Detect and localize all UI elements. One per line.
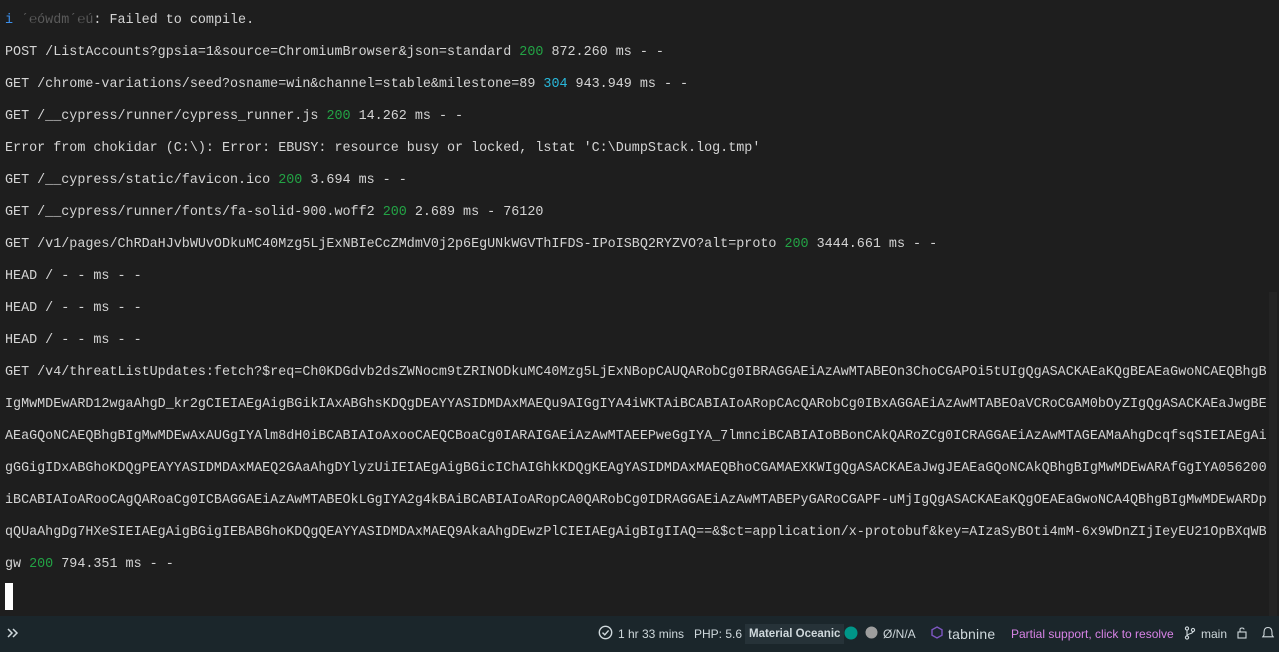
log-text: qQUaAhgDg7HXeSIEIAEgAigBGigIEBABGhoKDQgQ… xyxy=(5,525,1266,540)
log-text: 14.262 ms - - xyxy=(350,109,464,124)
terminal-cursor xyxy=(5,583,13,610)
terminal-line: GET /v4/threatListUpdates:fetch?$req=Ch0… xyxy=(5,363,1266,395)
terminal-line: GET /v1/pages/ChRDaHJvbWUvODkuMC40Mzg5Lj… xyxy=(5,235,1266,267)
terminal-line: GET /chrome-variations/seed?osname=win&c… xyxy=(5,75,1266,107)
php-version-label: PHP: 5.6 xyxy=(694,627,743,641)
log-text: GET /chrome-variations/seed?osname=win&c… xyxy=(5,77,544,92)
terminal-line: i ˊ℮ówdmˊ℮ú: Failed to compile. xyxy=(5,11,1266,43)
terminal-line: GET /__cypress/runner/fonts/fa-solid-900… xyxy=(5,203,1266,235)
log-text: GET /__cypress/runner/cypress_runner.js xyxy=(5,109,327,124)
na-label: Ø/N/A xyxy=(883,627,916,641)
bell-icon xyxy=(1261,626,1275,643)
log-text: 943.949 ms - - xyxy=(567,77,689,92)
log-text: 2.689 ms - 76120 xyxy=(406,205,544,220)
terminal-line: AEaGQoNCAEQBhgBIgMwMDEwAxAUGgIYAlm8dH0iB… xyxy=(5,427,1266,459)
status-code: 200 xyxy=(784,237,809,252)
tabnine-label: tabnine xyxy=(948,626,996,642)
terminal-line: HEAD / - - ms - - xyxy=(5,331,1266,363)
log-text: GET /__cypress/static/favicon.ico xyxy=(5,173,279,188)
terminal-output: i ˊ℮ówdmˊ℮ú: Failed to compile. POST /Lis… xyxy=(5,11,1266,587)
terminal-line: IgMwMDEwARD12wgaAhgD_kr2gCIEIAEgAigBGikI… xyxy=(5,395,1266,427)
log-text: GET /v1/pages/ChRDaHJvbWUvODkuMC40Mzg5Lj… xyxy=(5,237,785,252)
log-text: 872.260 ms - - xyxy=(543,45,664,60)
tabnine-indicator[interactable]: tabnine xyxy=(931,616,995,652)
clock-check-icon xyxy=(598,625,613,643)
terminal-line: gw 200 794.351 ms - - xyxy=(5,555,1266,587)
terminal-line: HEAD / - - ms - - xyxy=(5,299,1266,331)
status-dot-icon xyxy=(844,626,858,643)
php-version[interactable]: PHP: 5.6 xyxy=(694,616,742,652)
na-indicator[interactable]: Ø/N/A xyxy=(865,616,916,652)
status-code: 200 xyxy=(29,557,54,572)
log-text: HEAD / - - ms - - xyxy=(5,333,142,348)
log-text: AEaGQoNCAEQBhgBIgMwMDEwAxAUGgIYAlm8dH0iB… xyxy=(5,429,1266,444)
log-text: Error from chokidar (C:\): Error: EBUSY:… xyxy=(5,141,761,156)
status-code: 200 xyxy=(519,45,544,60)
lock-indicator[interactable] xyxy=(1236,616,1249,652)
time-tracker[interactable]: 1 hr 33 mins xyxy=(598,616,684,652)
branch-icon xyxy=(1184,625,1196,643)
partial-support-link[interactable]: Partial support, click to resolve xyxy=(1011,616,1174,652)
theme-indicator[interactable]: Material Oceanic xyxy=(745,624,845,644)
log-text: 794.351 ms - - xyxy=(53,557,174,572)
partial-support-label: Partial support, click to resolve xyxy=(1011,627,1174,641)
log-text: HEAD / - - ms - - xyxy=(5,269,142,284)
log-text: GET /v4/threatListUpdates:fetch?$req=Ch0… xyxy=(5,365,1266,380)
branch-label: main xyxy=(1201,627,1228,641)
status-code: 200 xyxy=(326,109,351,124)
log-text: gw xyxy=(5,557,30,572)
remote-indicator[interactable] xyxy=(6,616,20,652)
terminal-line: HEAD / - - ms - - xyxy=(5,267,1266,299)
terminal-line: Error from chokidar (C:\): Error: EBUSY:… xyxy=(5,139,1266,171)
status-code: 304 xyxy=(543,77,568,92)
terminal-line: GET /__cypress/static/favicon.ico 200 3.… xyxy=(5,171,1266,203)
tabnine-logo-icon xyxy=(931,626,943,642)
scrollbar-thumb[interactable] xyxy=(1269,292,1277,616)
info-prefix: i xyxy=(5,13,22,28)
notifications[interactable] xyxy=(1261,616,1275,652)
theme-label: Material Oceanic xyxy=(749,628,841,640)
dim-prefix: ˊ℮ówdmˊ℮ú xyxy=(21,13,94,28)
terminal-line: gGGigIDxABGhoKDQgPEAYYASIDMDAxMAEQ2GAaAh… xyxy=(5,459,1266,491)
log-text: POST /ListAccounts?gpsia=1&source=Chromi… xyxy=(5,45,520,60)
status-code: 200 xyxy=(278,173,303,188)
log-text: iBCABIAIoARooCAgQARoaCg0ICBAGGAEiAzAwMTA… xyxy=(5,493,1266,508)
terminal-line: POST /ListAccounts?gpsia=1&source=Chromi… xyxy=(5,43,1266,75)
lock-icon xyxy=(1236,626,1249,642)
remote-icon xyxy=(6,626,20,643)
terminal-scrollbar[interactable] xyxy=(1266,0,1279,616)
status-bar: 1 hr 33 mins PHP: 5.6 Material Oceanic Ø… xyxy=(0,616,1279,652)
log-text: gGGigIDxABGhoKDQgPEAYYASIDMDAxMAEQ2GAaAh… xyxy=(5,461,1266,476)
terminal-line: GET /__cypress/runner/cypress_runner.js … xyxy=(5,107,1266,139)
git-branch[interactable]: main xyxy=(1184,616,1227,652)
log-text: GET /__cypress/runner/fonts/fa-solid-900… xyxy=(5,205,383,220)
terminal-line: iBCABIAIoARooCAgQARoaCg0ICBAGGAEiAzAwMTA… xyxy=(5,491,1266,523)
log-text: HEAD / - - ms - - xyxy=(5,301,142,316)
log-text: IgMwMDEwARD12wgaAhgD_kr2gCIEIAEgAigBGikI… xyxy=(5,397,1266,412)
gray-circle-icon xyxy=(865,626,878,642)
log-text: 3.694 ms - - xyxy=(302,173,407,188)
accent-dot[interactable] xyxy=(844,616,858,652)
status-code: 200 xyxy=(382,205,407,220)
terminal-line: qQUaAhgDg7HXeSIEIAEgAigBGigIEBABGhoKDQgQ… xyxy=(5,523,1266,555)
time-label: 1 hr 33 mins xyxy=(618,627,685,641)
log-text: : Failed to compile. xyxy=(93,13,255,28)
terminal-panel[interactable]: i ˊ℮ówdmˊ℮ú: Failed to compile. POST /Lis… xyxy=(0,0,1266,616)
log-text: 3444.661 ms - - xyxy=(808,237,938,252)
